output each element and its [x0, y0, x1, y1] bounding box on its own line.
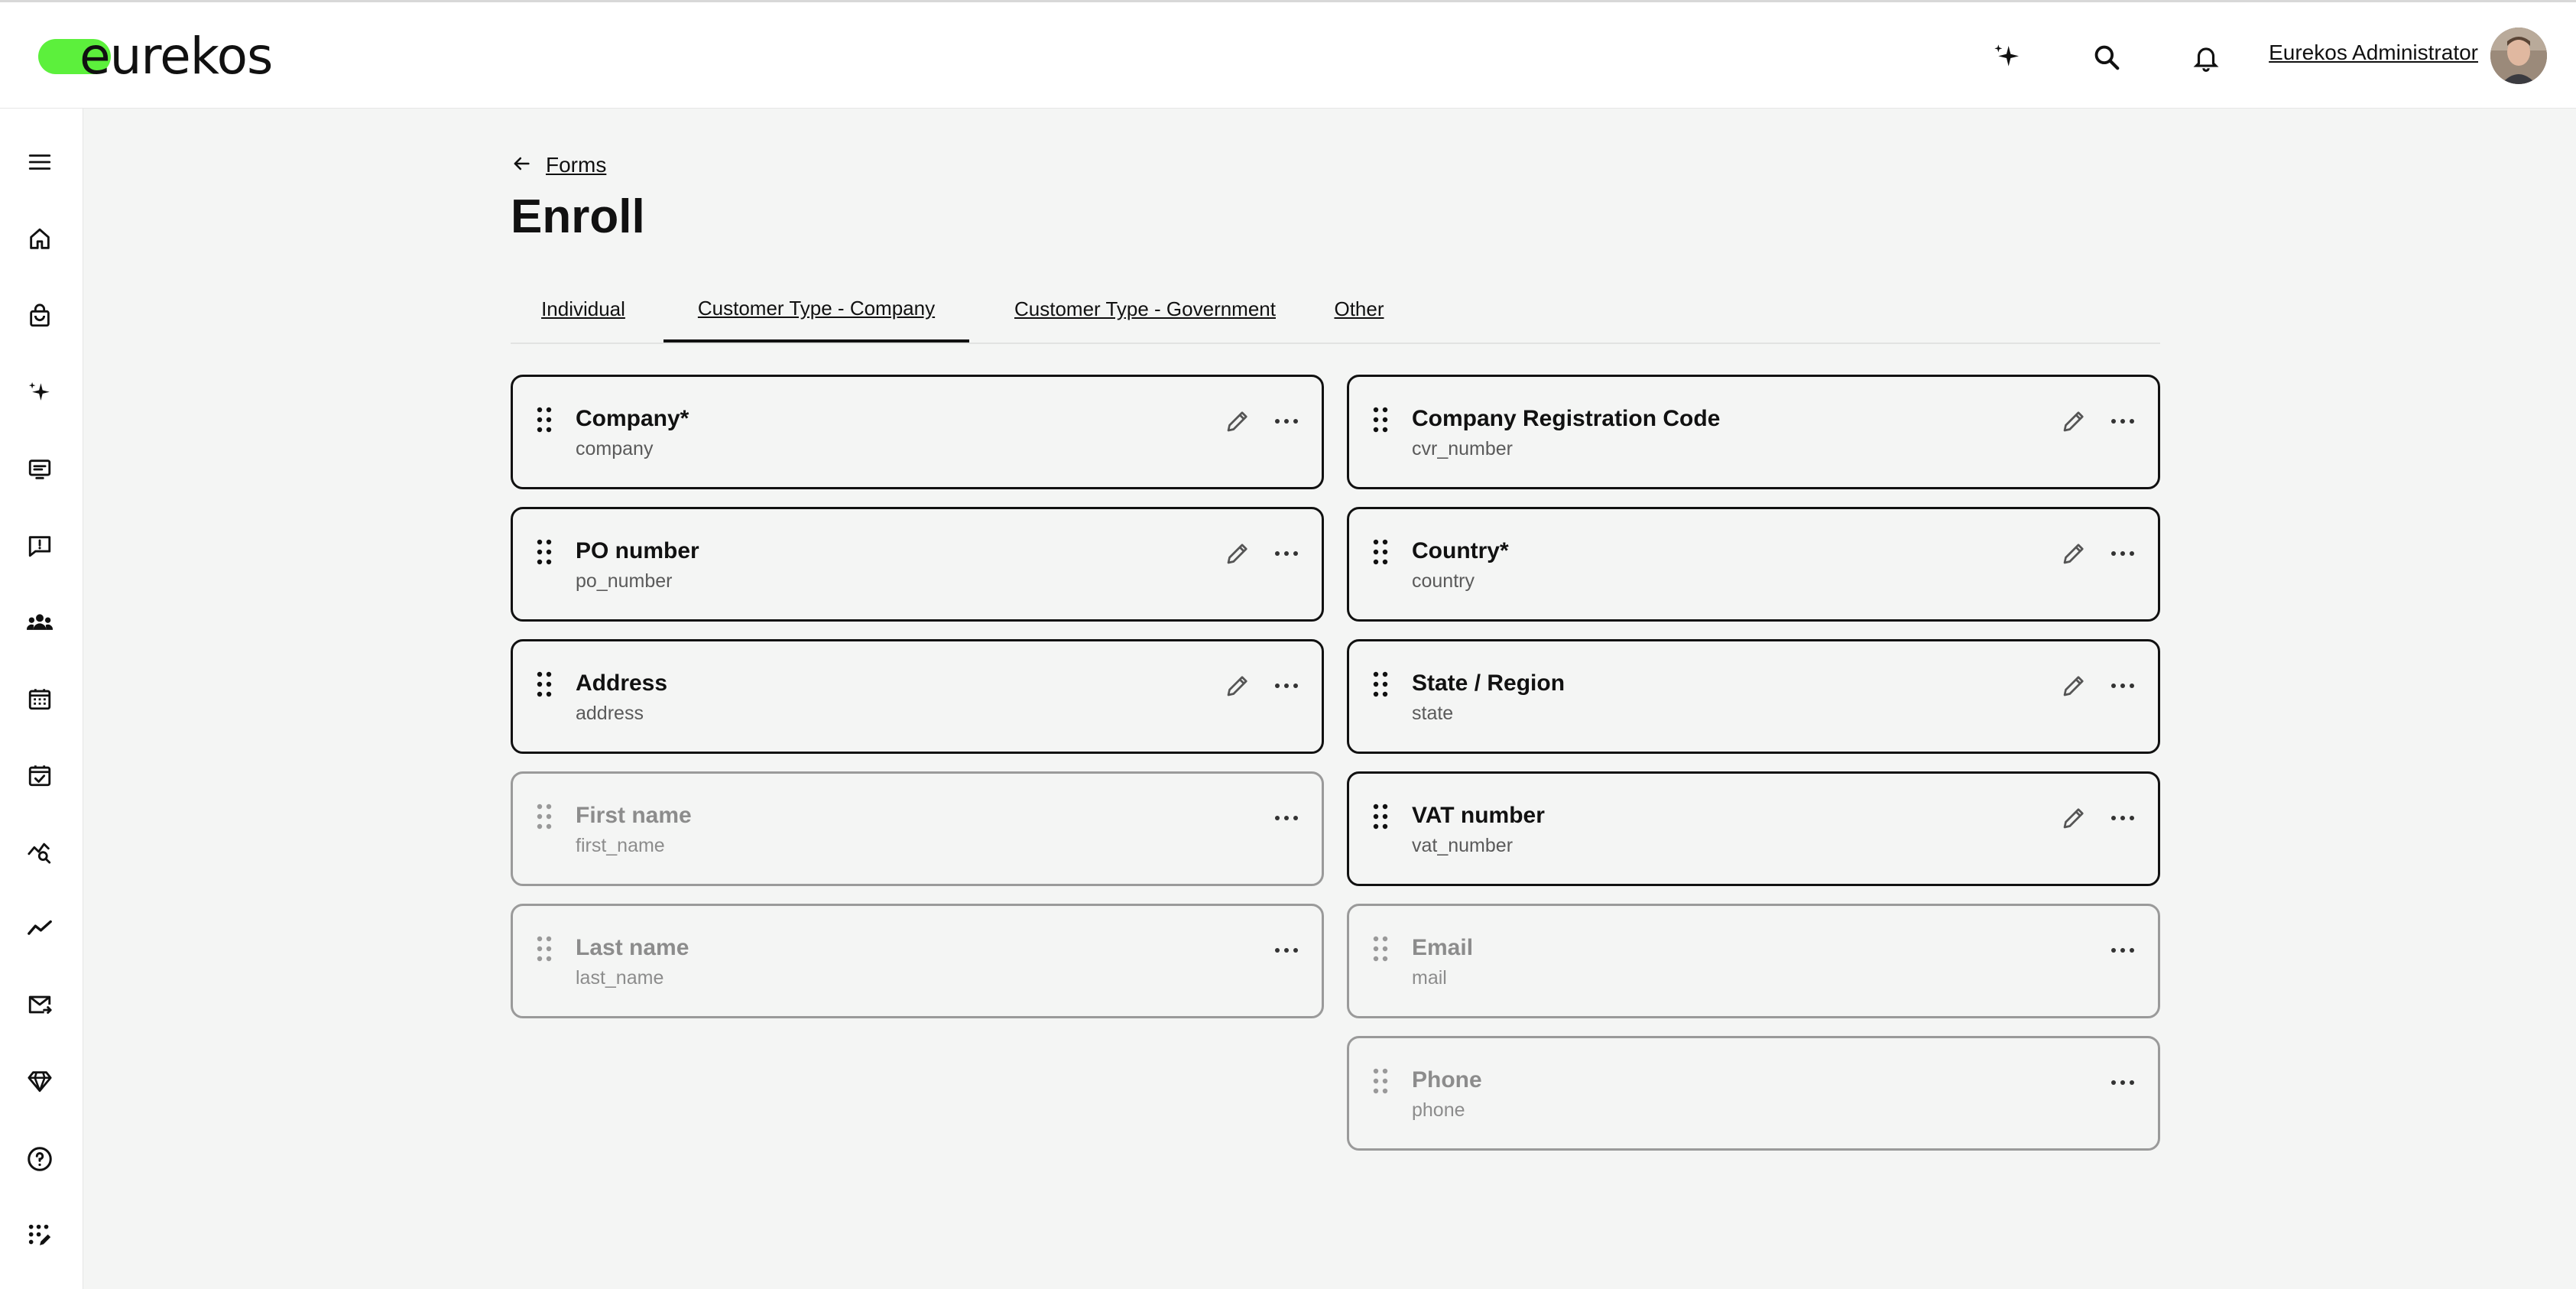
field-label: Last name — [576, 935, 689, 960]
pencil-icon[interactable] — [1221, 669, 1254, 703]
diamond-icon[interactable] — [20, 1061, 60, 1101]
logo-text: eurekos — [79, 27, 273, 86]
drag-handle-icon[interactable] — [536, 803, 553, 830]
more-icon[interactable] — [2106, 801, 2140, 835]
trend-line-icon[interactable] — [20, 908, 60, 948]
arrow-left-icon[interactable] — [511, 153, 532, 178]
field-card[interactable]: Company Registration Code cvr_number — [1347, 375, 2160, 489]
field-key: address — [576, 703, 644, 724]
sidebar — [0, 109, 83, 1289]
drag-handle-icon[interactable] — [1372, 1067, 1389, 1095]
drag-handle-icon[interactable] — [1372, 406, 1389, 433]
fields-column-left: Company* company PO number po_number Add… — [511, 375, 1324, 1036]
more-icon[interactable] — [1270, 933, 1303, 967]
pencil-icon[interactable] — [2057, 801, 2091, 835]
top-bar: eurekos Eurekos Administrator — [0, 0, 2576, 109]
field-key: last_name — [576, 967, 664, 989]
drag-handle-icon[interactable] — [536, 538, 553, 566]
field-card-disabled[interactable]: Phone phone — [1347, 1036, 2160, 1151]
field-key: country — [1412, 570, 1475, 592]
more-icon[interactable] — [1270, 801, 1303, 835]
home-icon[interactable] — [20, 219, 60, 259]
more-icon[interactable] — [2106, 933, 2140, 967]
search-icon[interactable] — [2085, 36, 2128, 79]
user-name-link[interactable]: Eurekos Administrator — [2269, 41, 2478, 65]
drag-handle-icon[interactable] — [1372, 803, 1389, 830]
tab-bar: Individual Customer Type - Company Custo… — [511, 277, 2160, 344]
calendar-check-icon[interactable] — [20, 755, 60, 795]
field-label: Phone — [1412, 1067, 1482, 1093]
more-icon[interactable] — [2106, 669, 2140, 703]
more-icon[interactable] — [1270, 404, 1303, 438]
field-card[interactable]: Company* company — [511, 375, 1324, 489]
more-icon[interactable] — [1270, 537, 1303, 570]
pencil-icon[interactable] — [2057, 669, 2091, 703]
field-card-disabled[interactable]: Last name last_name — [511, 904, 1324, 1018]
field-card-disabled[interactable]: First name first_name — [511, 771, 1324, 886]
field-label: Company* — [576, 406, 689, 431]
bell-icon[interactable] — [2185, 36, 2227, 79]
page-title: Enroll — [511, 190, 645, 243]
field-label: First name — [576, 803, 692, 828]
chart-search-icon[interactable] — [20, 832, 60, 872]
sparkle-icon[interactable] — [20, 373, 60, 413]
field-card-disabled[interactable]: Email mail — [1347, 904, 2160, 1018]
drag-handle-icon[interactable] — [1372, 538, 1389, 566]
presentation-icon[interactable] — [20, 450, 60, 489]
shopping-bag-icon[interactable] — [20, 296, 60, 336]
field-label: PO number — [576, 538, 699, 563]
pencil-icon[interactable] — [1221, 404, 1254, 438]
more-icon[interactable] — [2106, 1066, 2140, 1099]
menu-icon[interactable] — [20, 142, 60, 182]
field-label: Email — [1412, 935, 1474, 960]
more-icon[interactable] — [1270, 669, 1303, 703]
field-label: State / Region — [1412, 670, 1565, 696]
field-key: phone — [1412, 1099, 1465, 1121]
field-key: po_number — [576, 570, 673, 592]
breadcrumb-forms-link[interactable]: Forms — [546, 153, 606, 177]
drag-handle-icon[interactable] — [536, 406, 553, 433]
field-label: VAT number — [1412, 803, 1545, 828]
breadcrumb: Forms — [511, 150, 606, 180]
field-card[interactable]: Address address — [511, 639, 1324, 754]
field-key: first_name — [576, 835, 665, 856]
more-icon[interactable] — [2106, 537, 2140, 570]
mail-forward-icon[interactable] — [20, 985, 60, 1024]
avatar[interactable] — [2490, 28, 2547, 84]
field-card[interactable]: PO number po_number — [511, 507, 1324, 622]
drag-handle-icon[interactable] — [1372, 935, 1389, 963]
pencil-icon[interactable] — [1221, 537, 1254, 570]
field-card[interactable]: VAT number vat_number — [1347, 771, 2160, 886]
tab-customer-type-company[interactable]: Customer Type - Company — [663, 277, 969, 343]
tab-other[interactable]: Other — [1321, 277, 1397, 341]
help-icon[interactable] — [20, 1139, 60, 1179]
field-key: vat_number — [1412, 835, 1513, 856]
more-icon[interactable] — [2106, 404, 2140, 438]
field-key: company — [576, 438, 654, 459]
pencil-icon[interactable] — [2057, 404, 2091, 438]
field-key: cvr_number — [1412, 438, 1513, 459]
sparkle-icon[interactable] — [1986, 36, 2029, 79]
field-label: Address — [576, 670, 668, 696]
field-key: mail — [1412, 967, 1447, 989]
field-card[interactable]: Country* country — [1347, 507, 2160, 622]
drag-handle-icon[interactable] — [536, 935, 553, 963]
users-icon[interactable] — [20, 602, 60, 642]
field-label: Country* — [1412, 538, 1509, 563]
calendar-icon[interactable] — [20, 679, 60, 719]
field-key: state — [1412, 703, 1454, 724]
field-label: Company Registration Code — [1412, 406, 1721, 431]
fields-column-right: Company Registration Code cvr_number Cou… — [1347, 375, 2160, 1168]
tab-customer-type-government[interactable]: Customer Type - Government — [977, 277, 1313, 341]
drag-handle-icon[interactable] — [1372, 670, 1389, 698]
tab-individual[interactable]: Individual — [511, 277, 656, 341]
field-card[interactable]: State / Region state — [1347, 639, 2160, 754]
drag-handle-icon[interactable] — [536, 670, 553, 698]
pencil-icon[interactable] — [2057, 537, 2091, 570]
eurekos-logo[interactable]: eurekos — [38, 27, 273, 86]
message-alert-icon[interactable] — [20, 526, 60, 566]
grid-edit-icon[interactable] — [20, 1216, 60, 1255]
